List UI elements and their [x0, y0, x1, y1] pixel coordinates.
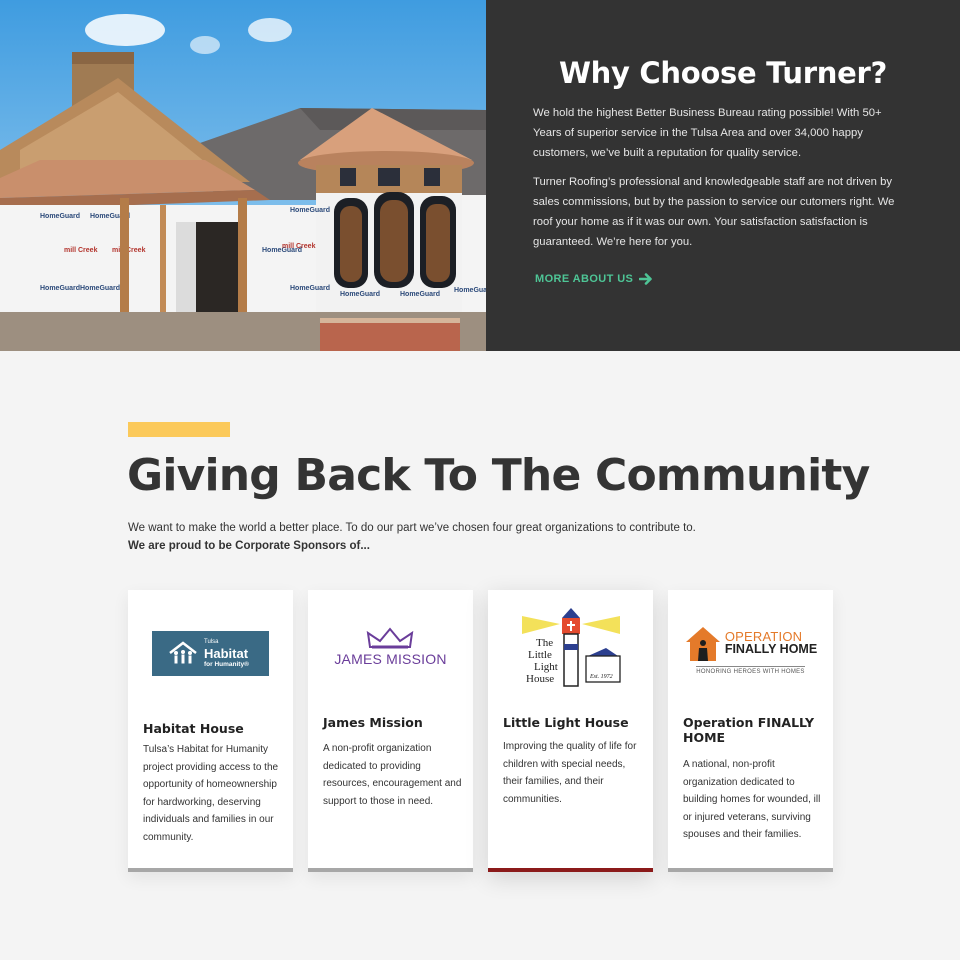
james-mission-logo-text: JAMES MISSION — [334, 651, 447, 667]
llh-logo-line4: House — [526, 673, 554, 685]
more-about-us-label: MORE ABOUT US — [535, 273, 634, 285]
wrap-stamp: HomeGuard — [80, 285, 120, 292]
little-light-house-logo: The Little Light House Est. 1972 — [488, 594, 653, 704]
house-construction-photo: HomeGuard HomeGuard HomeGuard HomeGuard … — [0, 0, 486, 351]
card-description: Tulsa’s Habitat for Humanity project pro… — [143, 744, 279, 843]
card-description: A non-profit organization dedicated to p… — [323, 743, 462, 807]
habitat-logo-line2: Habitat — [204, 645, 249, 661]
wrap-stamp: HomeGuard — [290, 285, 330, 292]
soldier-house-icon — [685, 626, 720, 661]
sponsor-card-james-mission[interactable]: JAMES MISSION James Mission A non-profit… — [308, 590, 473, 872]
card-title: James Mission — [323, 715, 423, 730]
wrap-stamp: HomeGuard — [340, 291, 380, 298]
community-intro-bold: We are proud to be Corporate Sponsors of… — [128, 540, 370, 552]
llh-logo-line3: Light — [534, 661, 558, 673]
crown-icon — [367, 627, 414, 649]
why-paragraph-2: Turner Roofing’s professional and knowle… — [533, 176, 895, 248]
community-intro-text: We want to make the world a better place… — [128, 522, 696, 534]
wrap-stamp: HomeGuard — [40, 213, 80, 220]
llh-logo-line1: The — [536, 637, 553, 649]
section-accent-bar — [128, 422, 230, 437]
llh-logo-line2: Little — [528, 649, 552, 661]
card-bottom-border — [668, 868, 833, 872]
card-title: Operation FINALLY HOME — [683, 715, 815, 745]
james-mission-logo: JAMES MISSION — [308, 592, 473, 702]
why-choose-panel: Why Choose Turner? We hold the highest B… — [486, 0, 960, 351]
card-bottom-border-active — [488, 868, 653, 872]
why-paragraph-1: We hold the highest Better Business Bure… — [533, 107, 882, 159]
sponsor-card-operation-finally-home[interactable]: OPERATION FINALLY HOME HONORING HEROES W… — [668, 590, 833, 872]
wrap-stamp: HomeGuard — [400, 291, 440, 298]
ofh-logo-sub: HONORING HEROES WITH HOMES — [696, 665, 805, 675]
habitat-logo: Tulsa Habitat for Humanity® — [128, 598, 293, 708]
card-description: Improving the quality of life for childr… — [503, 741, 637, 805]
wrap-stamp: HomeGuard — [40, 285, 80, 292]
habitat-logo-line3: for Humanity® — [204, 660, 249, 668]
operation-finally-home-logo: OPERATION FINALLY HOME HONORING HEROES W… — [668, 594, 833, 704]
card-bottom-border — [128, 868, 293, 872]
ofh-logo-word2: FINALLY HOME — [724, 641, 818, 656]
sponsor-card-little-light-house[interactable]: The Little Light House Est. 1972 Little … — [488, 590, 653, 872]
llh-logo-est: Est. 1972 — [589, 674, 613, 680]
card-bottom-border — [308, 868, 473, 872]
card-description: A national, non-profit organization dedi… — [683, 759, 821, 840]
why-choose-title: Why Choose Turner? — [558, 56, 887, 90]
more-about-us-link[interactable]: MORE ABOUT US — [535, 272, 653, 286]
card-title: Little Light House — [503, 715, 629, 730]
ofh-logo-word1: OPERATION — [724, 628, 803, 644]
community-intro: We want to make the world a better place… — [128, 519, 696, 555]
wrap-stamp: HomeGuard — [290, 207, 330, 214]
why-choose-section: HomeGuard HomeGuard HomeGuard HomeGuard … — [0, 0, 960, 351]
card-title: Habitat House — [143, 721, 244, 736]
house-people-icon — [169, 641, 197, 664]
wrap-stamp: HomeGuard — [454, 287, 486, 294]
community-title: Giving Back To The Community — [127, 450, 870, 501]
wrap-stamp: mill Creek — [282, 243, 316, 250]
arrow-right-icon — [639, 273, 653, 285]
sponsor-card-habitat[interactable]: Tulsa Habitat for Humanity® Habitat Hous… — [128, 590, 293, 872]
wrap-stamp: mill Creek — [64, 247, 98, 254]
